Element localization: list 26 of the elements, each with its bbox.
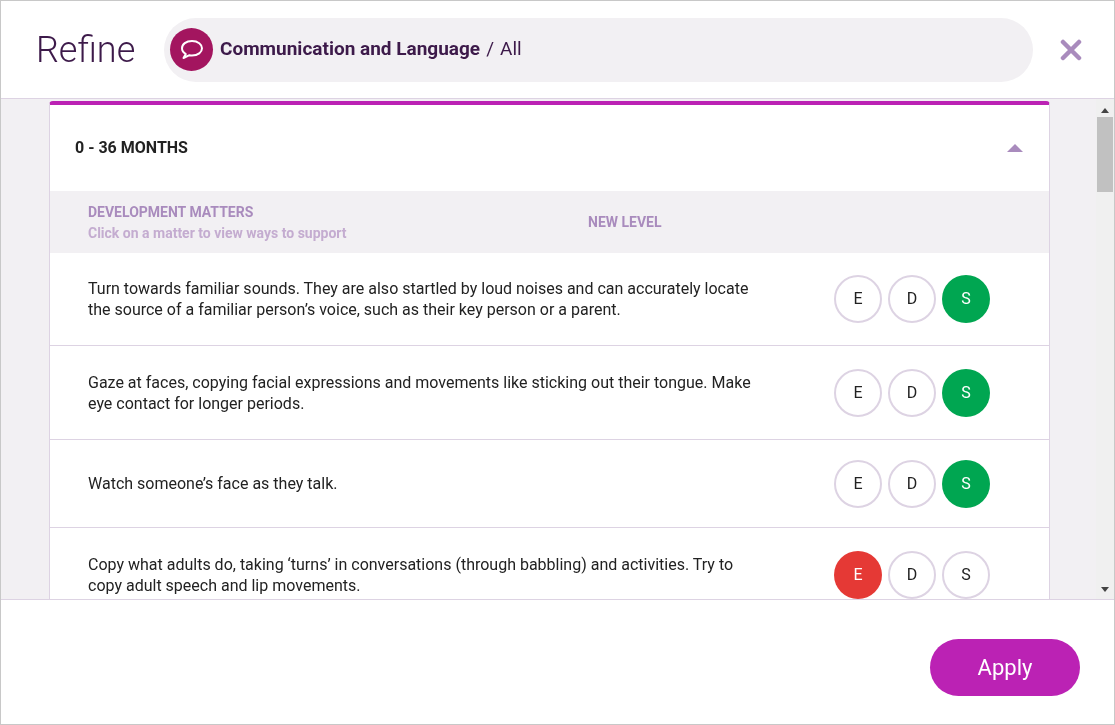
breadcrumb-separator: / [486, 36, 494, 63]
level-option[interactable]: D [888, 368, 936, 417]
level-option[interactable]: D [888, 550, 936, 599]
level-option[interactable]: E [834, 459, 882, 508]
column-heading: DEVELOPMENT MATTERS [88, 203, 255, 220]
column-hint: Click on a matter to view ways to support [88, 224, 348, 241]
dialog-title: Refine [36, 27, 137, 73]
breadcrumb-area: Communication and Language [220, 35, 481, 64]
matter-text[interactable]: Gaze at faces, copying facial expressions and movements like sticking out their tongue. Make eye contact for longer periods. [88, 371, 768, 414]
section-title: 0 - 36 MONTHS [75, 137, 188, 159]
scrollbar-thumb[interactable] [1097, 117, 1113, 192]
matter-text[interactable]: Copy what adults do, taking ‘turns’ in conversations (through babbling) and activities. Try to copy adult speech and lip movements. [88, 553, 768, 596]
collapse-caret-icon[interactable] [1005, 142, 1025, 154]
matter-text[interactable]: Turn towards familiar sounds. They are also startled by loud noises and can accurately locate the source of a familiar person’s voice, such as their key person or a parent. [88, 278, 768, 320]
close-button[interactable] [1059, 37, 1083, 62]
column-heading: NEW LEVEL [588, 212, 662, 232]
matter-text[interactable]: Watch someone’s face as they talk. [88, 473, 768, 494]
level-option[interactable]: E [834, 550, 882, 599]
level-option[interactable]: E [834, 368, 882, 417]
speech-bubble-icon [170, 28, 213, 71]
breadcrumb-filter: All [500, 36, 522, 63]
apply-button[interactable]: Apply [930, 639, 1080, 696]
level-option[interactable]: D [888, 275, 936, 323]
level-option[interactable]: D [888, 459, 936, 508]
level-option[interactable]: S [942, 550, 990, 599]
level-option[interactable]: E [834, 275, 882, 323]
